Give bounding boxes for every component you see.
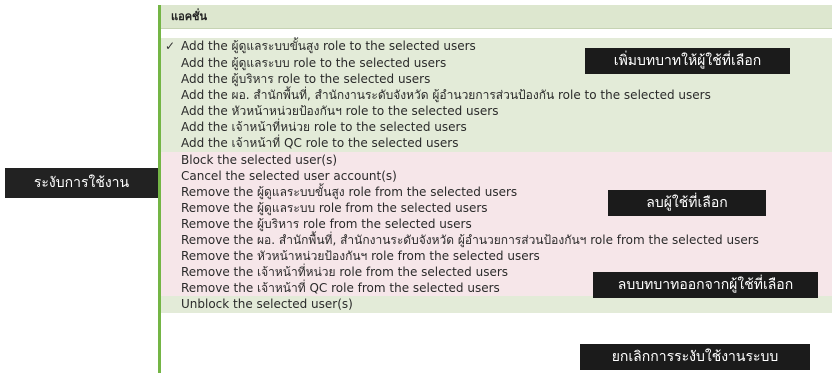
action-option[interactable]: Remove the ผอ. สำนักพื้นที่, สำนักงานระด… [161,232,832,249]
add-roles-callout: เพิ่มบทบาทให้ผู้ใช้ที่เลือก [585,48,790,74]
action-option-label: Remove the ผู้ดูแลระบบ role from the sel… [181,200,488,215]
checkmark-icon: ✓ [165,39,176,53]
action-option-label: Remove the หัวหน้าหน่วยป้องกันฯ role fro… [181,249,540,264]
delete-user-callout: ลบผู้ใช้ที่เลือก [608,190,766,216]
action-option-label: Remove the ผอ. สำนักพื้นที่, สำนักงานระด… [181,233,759,248]
action-option[interactable]: Add the เจ้าหน้าที่ QC role to the selec… [161,135,832,152]
action-option-label: Add the เจ้าหน้าที่หน่วย role to the sel… [181,120,467,135]
action-option-label: Add the ผอ. สำนักพื้นที่, สำนักงานระดับจ… [181,88,711,103]
action-option[interactable]: Add the ผอ. สำนักพื้นที่, สำนักงานระดับจ… [161,87,832,104]
action-option[interactable]: Add the หัวหน้าหน่วยป้องกันฯ role to the… [161,103,832,120]
action-option-label: Unblock the selected user(s) [181,297,353,312]
action-option[interactable]: Remove the ผู้บริหาร role from the selec… [161,215,832,233]
action-option-label: Add the ผู้ดูแลระบบขั้นสูง role to the s… [181,39,476,53]
action-option[interactable]: Remove the หัวหน้าหน่วยป้องกันฯ role fro… [161,248,832,265]
action-option-label: Remove the ผู้บริหาร role from the selec… [181,216,472,231]
actions-header: แอคชั่น [161,5,832,29]
action-option-label: Add the เจ้าหน้าที่ QC role to the selec… [181,136,459,151]
action-option[interactable]: Add the เจ้าหน้าที่หน่วย role to the sel… [161,119,832,136]
action-option[interactable]: Unblock the selected user(s) [161,296,832,313]
action-option-label: Remove the เจ้าหน้าที่ QC role from the … [181,281,500,296]
action-option-label: Block the selected user(s) [181,152,338,167]
action-option-label: Cancel the selected user account(s) [181,168,397,183]
action-option[interactable]: Block the selected user(s) [161,151,832,168]
unblock-callout: ยกเลิกการระงับใช้งานระบบ [580,344,810,370]
action-option-label: Add the ผู้ดูแลระบบ role to the selected… [181,56,447,70]
action-option-label: Add the ผู้บริหาร role to the selected u… [181,72,431,87]
suspend-usage-label: ระงับการใช้งาน [5,168,158,198]
action-option-label: Add the หัวหน้าหน่วยป้องกันฯ role to the… [181,104,499,119]
action-option-label: Remove the ผู้ดูแลระบบขั้นสูง role from … [181,184,518,199]
action-option-label: Remove the เจ้าหน้าที่หน่วย role from th… [181,265,509,280]
action-option[interactable]: Cancel the selected user account(s) [161,167,832,184]
remove-roles-callout: ลบบทบาทออกจากผู้ใช้ที่เลือก [593,272,818,298]
